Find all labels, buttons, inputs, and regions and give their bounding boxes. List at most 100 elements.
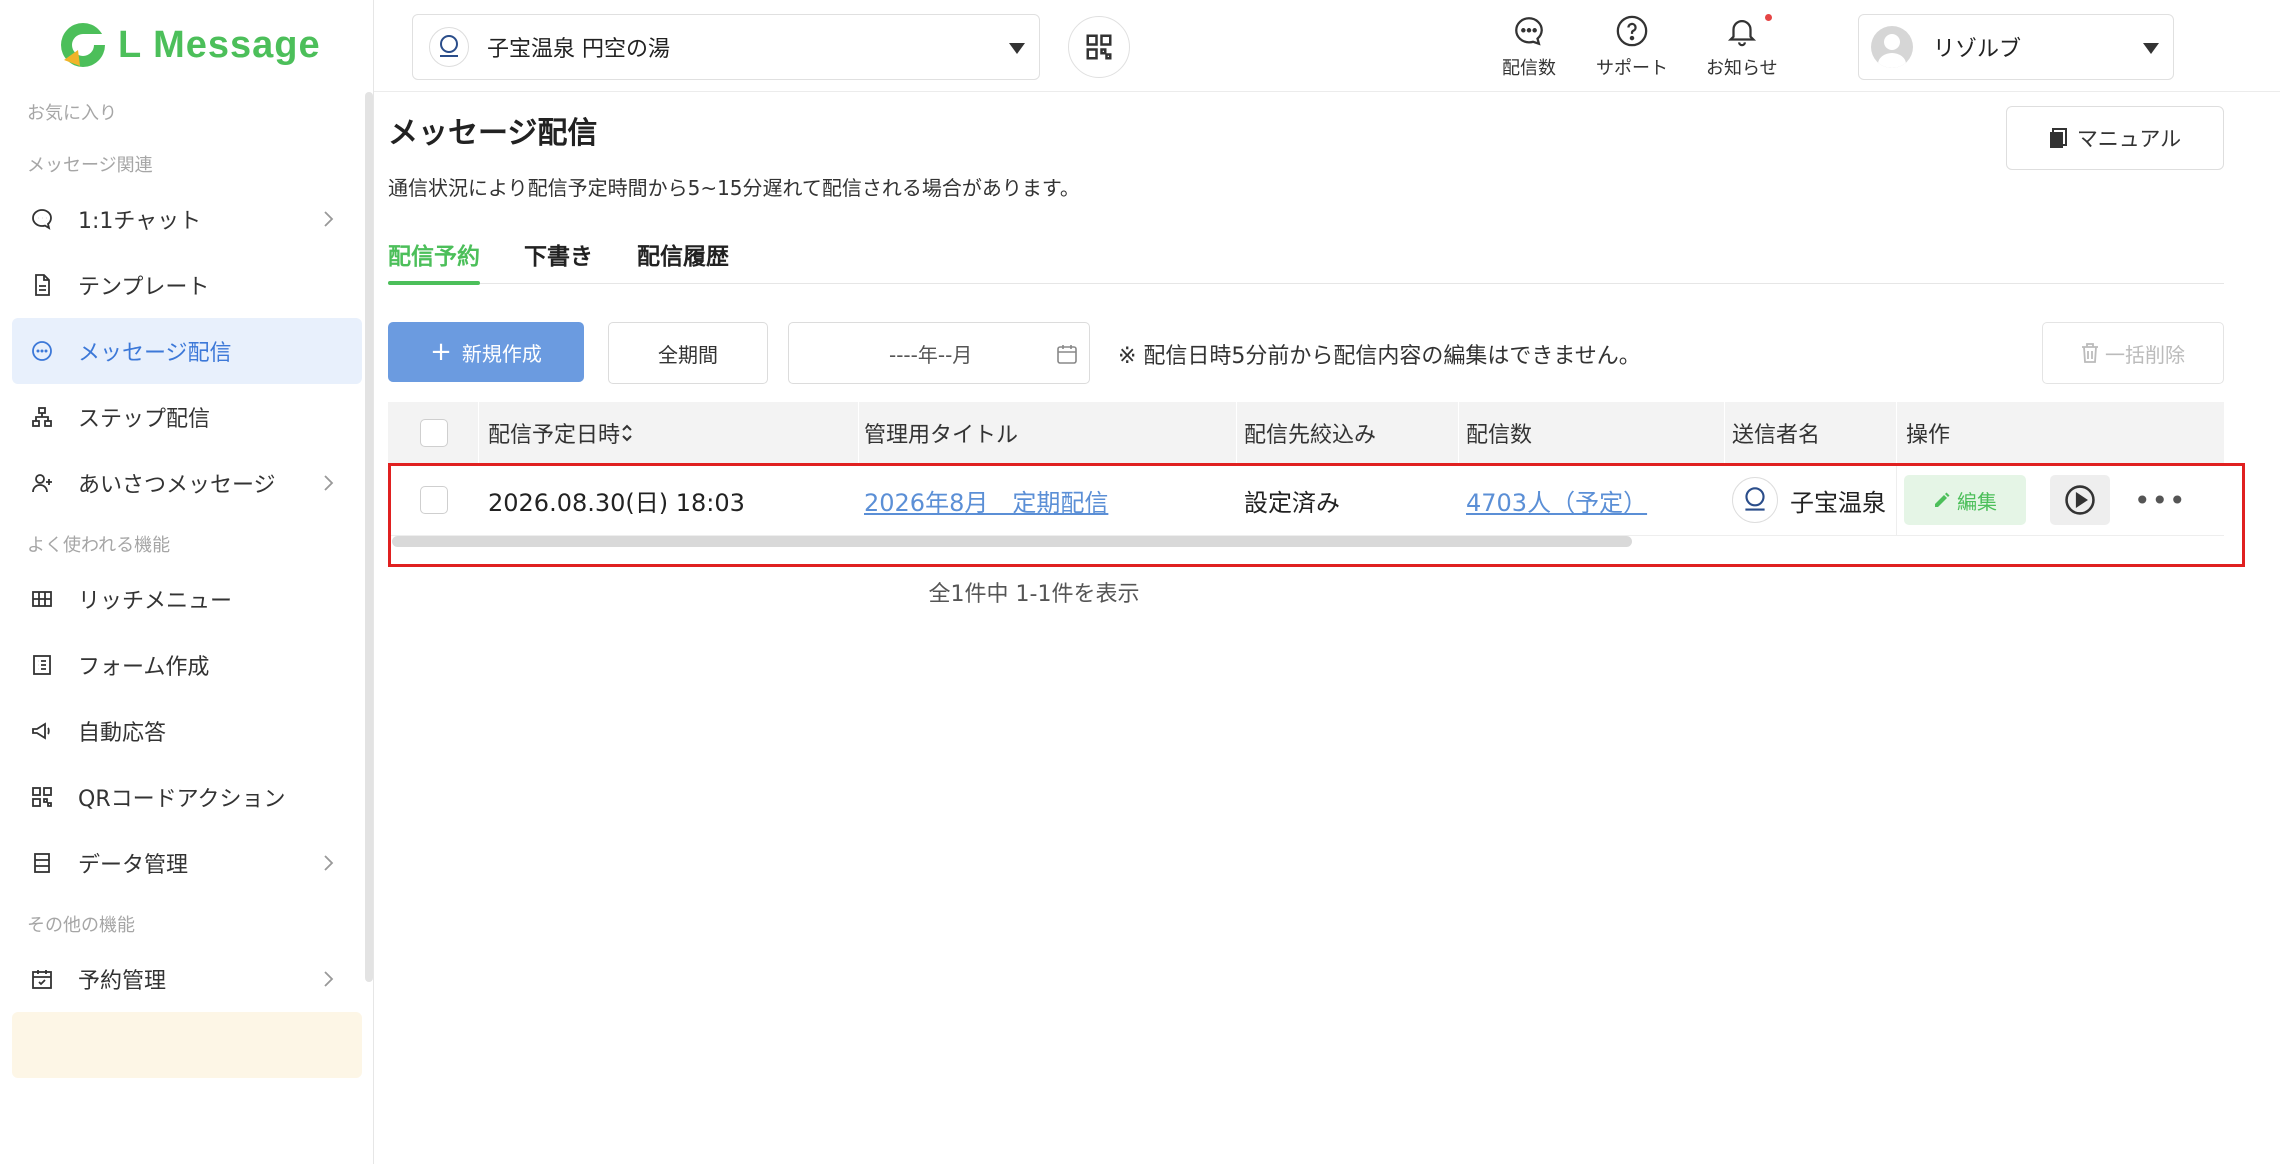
account-select[interactable]: 子宝温泉 円空の湯 (412, 14, 1040, 80)
chevron-right-icon (324, 855, 334, 871)
sidebar-item-template[interactable]: テンプレート (12, 252, 362, 318)
step-icon (28, 403, 56, 431)
send-now-button[interactable] (2050, 475, 2110, 525)
manual-button[interactable]: マニュアル (2006, 106, 2224, 170)
message-icon (28, 337, 56, 365)
manual-label: マニュアル (2076, 127, 2182, 151)
form-icon (28, 651, 56, 679)
notifications-label: お知らせ (1706, 58, 1778, 79)
pencil-icon (1935, 492, 1950, 507)
sidebar-item-label: メッセージ配信 (78, 341, 232, 366)
delivery-count-button[interactable]: 配信数 (1502, 14, 1556, 80)
tabs: 配信予約 下書き 配信履歴 (388, 224, 2224, 285)
header-sender: 送信者名 (1732, 423, 1821, 448)
tab-drafts[interactable]: 下書き (524, 224, 593, 284)
bulk-delete-label: 一括削除 (2105, 342, 2185, 367)
row-sender-name: 子宝温泉 (1790, 488, 1886, 517)
row-title-cell: 2026年8月 定期配信 (864, 464, 1108, 536)
qr-button[interactable] (1068, 16, 1130, 78)
document-icon (28, 271, 56, 299)
column-divider (858, 402, 859, 464)
user-name: リゾルブ (1933, 37, 2022, 62)
header-datetime[interactable]: 配信予定日時 (488, 402, 634, 464)
chat-bubble-icon (1515, 17, 1543, 46)
select-all-checkbox[interactable] (420, 419, 448, 447)
sidebar-item-label: 1:1チャット (78, 209, 202, 234)
table-header: 配信予定日時 管理用タイトル 配信先絞込み 配信数 送信者名 操作 (388, 402, 2224, 464)
header-datetime-label: 配信予定日時 (488, 423, 621, 448)
new-message-button[interactable]: + 新規作成 (388, 322, 584, 382)
sidebar-item-qraction[interactable]: QRコードアクション (12, 764, 362, 830)
tab-history[interactable]: 配信履歴 (637, 224, 729, 284)
sidebar-item-autoreply[interactable]: 自動応答 (12, 698, 362, 764)
chat-icon (28, 205, 56, 233)
row-checkbox[interactable] (420, 486, 448, 514)
column-divider (1896, 402, 1897, 464)
support-label: サポート (1596, 58, 1668, 79)
table-row: 2026.08.30(日) 18:03 2026年8月 定期配信 設定済み 47… (388, 464, 2224, 547)
period-button[interactable]: 全期間 (608, 322, 768, 384)
notifications-button[interactable]: お知らせ (1706, 14, 1778, 80)
support-button[interactable]: サポート (1596, 14, 1668, 80)
horizontal-scrollbar[interactable] (392, 536, 1632, 547)
logo-icon (58, 20, 108, 70)
sidebar-item-partial[interactable] (12, 1012, 362, 1078)
sidebar-item-greeting[interactable]: あいさつメッセージ (12, 450, 362, 516)
sidebar-item-form[interactable]: フォーム作成 (12, 632, 362, 698)
row-count-link[interactable]: 4703人（予定） (1466, 483, 1647, 518)
edit-label: 編集 (1957, 489, 1997, 514)
section-frequent: よく使われる機能 (27, 535, 171, 556)
column-divider (1236, 402, 1237, 464)
header-actions: 操作 (1906, 423, 1951, 448)
topbar: 子宝温泉 円空の湯 配信数 サポート お知らせ リゾルブ (374, 0, 2280, 92)
header-title: 管理用タイトル (864, 423, 1019, 448)
logo[interactable]: L Message (58, 20, 321, 70)
sidebar: L Message お気に入り メッセージ関連 1:1チャット テンプレート メ… (0, 0, 374, 1164)
column-divider (1458, 402, 1459, 464)
row-datetime: 2026.08.30(日) 18:03 (488, 488, 745, 517)
sidebar-item-richmenu[interactable]: リッチメニュー (12, 566, 362, 632)
tab-scheduled[interactable]: 配信予約 (388, 224, 480, 285)
sidebar-item-message[interactable]: メッセージ配信 (12, 318, 362, 384)
row-title-link[interactable]: 2026年8月 定期配信 (864, 483, 1108, 518)
sidebar-scrollbar[interactable] (365, 92, 373, 982)
help-icon (1616, 15, 1648, 47)
grid-icon (28, 585, 56, 613)
sidebar-item-data[interactable]: データ管理 (12, 830, 362, 896)
sidebar-item-reservation[interactable]: 予約管理 (12, 946, 362, 1012)
header-count: 配信数 (1466, 423, 1533, 448)
sidebar-nav: お気に入り メッセージ関連 1:1チャット テンプレート メッセージ配信 ステッ… (0, 90, 374, 1164)
row-count-cell: 4703人（予定） (1466, 464, 1647, 536)
main-content: メッセージ配信 通信状況により配信予定時間から5~15分遅れて配信される場合があ… (374, 92, 2280, 1164)
avatar (1871, 26, 1913, 68)
section-message: メッセージ関連 (27, 155, 153, 176)
sidebar-item-label: フォーム作成 (78, 655, 210, 680)
section-other: その他の機能 (27, 915, 135, 936)
calendar-icon (28, 965, 56, 993)
sidebar-item-label: QRコードアクション (78, 787, 286, 812)
month-placeholder: ----年--月 (889, 342, 973, 367)
column-divider (1724, 402, 1725, 464)
edit-button[interactable]: 編集 (1904, 475, 2026, 525)
megaphone-icon (28, 717, 56, 745)
more-options-icon[interactable]: ••• (2134, 484, 2187, 517)
sidebar-item-label: 予約管理 (78, 969, 167, 994)
sidebar-item-chat[interactable]: 1:1チャット (12, 186, 362, 252)
row-sender-cell: 子宝温泉 (1732, 464, 1886, 536)
calendar-icon (1057, 345, 1077, 364)
caret-down-icon (1009, 43, 1025, 54)
column-divider (478, 402, 479, 464)
account-logo-icon (429, 27, 469, 67)
notification-badge (1764, 14, 1772, 21)
row-select-cell (420, 464, 448, 536)
book-icon (2049, 128, 2067, 148)
sidebar-item-step[interactable]: ステップ配信 (12, 384, 362, 450)
section-favorites: お気に入り (27, 103, 117, 124)
qr-icon (1086, 34, 1112, 60)
chevron-right-icon (324, 475, 334, 491)
trash-icon (2082, 343, 2098, 363)
page-subtitle: 通信状況により配信予定時間から5~15分遅れて配信される場合があります。 (388, 176, 1080, 200)
user-menu[interactable]: リゾルブ (1858, 14, 2174, 80)
bulk-delete-button[interactable]: 一括削除 (2042, 322, 2224, 384)
month-picker[interactable]: ----年--月 (788, 322, 1090, 384)
